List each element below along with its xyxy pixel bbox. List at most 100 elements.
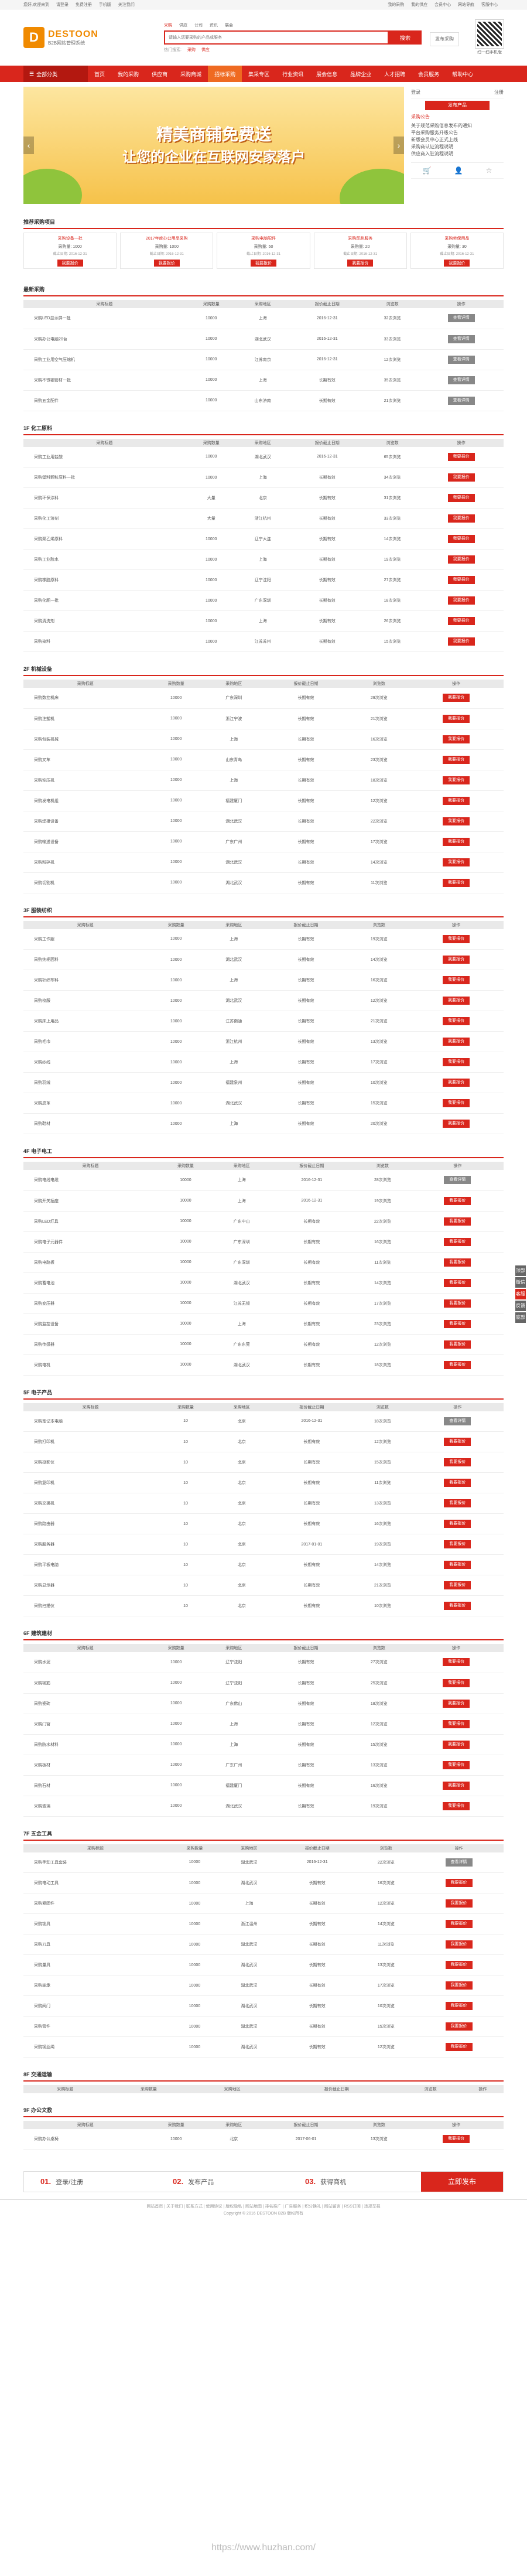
purchase-title-link[interactable]: 采购化工溶剂 (23, 508, 186, 529)
nav-item[interactable]: 会员服务 (412, 66, 446, 82)
purchase-title-link[interactable]: 采购钢丝绳 (23, 2036, 167, 2058)
search-tab-purchase[interactable]: 采购 (164, 22, 172, 28)
purchase-title-link[interactable]: 采购工业用盐酸 (23, 446, 186, 468)
purchase-title-link[interactable]: 采购纯棉面料 (23, 949, 148, 970)
purchase-title-link[interactable]: 采购电动工具 (23, 1872, 167, 1893)
publish-product-button[interactable]: 发布产品 (425, 101, 490, 110)
purchase-title-link[interactable]: 采购皮革 (23, 1093, 148, 1114)
quote-button[interactable]: 我要报价 (442, 1017, 470, 1025)
quote-button[interactable]: 我要报价 (442, 956, 470, 964)
notice-item[interactable]: 供应商入驻流程说明 (411, 151, 504, 158)
quote-button[interactable]: 我要报价 (445, 1879, 473, 1887)
quote-button[interactable]: 我要报价 (444, 1237, 471, 1246)
quote-button[interactable]: 我要报价 (442, 1678, 470, 1687)
purchase-title-link[interactable]: 采购环保涂料 (23, 487, 186, 509)
view-detail-button[interactable]: 查看详情 (447, 335, 475, 343)
all-categories[interactable]: ☰ 全部分类 (23, 66, 88, 82)
purchase-title-link[interactable]: 采购鞋材 (23, 1113, 148, 1134)
purchase-title-link[interactable]: 采购针织布料 (23, 970, 148, 991)
purchase-title-link[interactable]: 采购聚乙烯原料 (23, 528, 186, 550)
nav-item[interactable]: 品牌企业 (344, 66, 378, 82)
quote-button[interactable]: 我要报价 (442, 1099, 470, 1107)
purchase-title-link[interactable]: 采购玻璃 (23, 1796, 148, 1817)
quote-button[interactable]: 我要报价 (445, 1940, 473, 1949)
purchase-title-link[interactable]: 采购刀具 (23, 1934, 167, 1955)
purchase-title-link[interactable]: 采购床上用品 (23, 1011, 148, 1032)
purchase-title-link[interactable]: 采购纱线 (23, 1052, 148, 1073)
quote-button[interactable]: 我要报价 (447, 555, 475, 564)
card-title[interactable]: 采购电脑配件 (217, 236, 309, 241)
quote-button[interactable]: 我要报价 (444, 1360, 471, 1369)
card-title[interactable]: 采购印刷服务 (314, 236, 406, 241)
featured-card[interactable]: 采购劳保用品 采购量: 30 截止日期: 2016-12-31 我要报价 (410, 233, 504, 269)
next-arrow-icon[interactable]: › (393, 137, 404, 154)
purchase-title-link[interactable]: 采购五金配件 (23, 390, 186, 411)
quote-button[interactable]: 我要报价 (444, 1561, 471, 1569)
quote-button[interactable]: 我要报价 (447, 617, 475, 625)
quote-button[interactable]: 我要报价 (444, 1499, 471, 1507)
featured-card[interactable]: 2017年度办公用品采购 采购量: 1000 截止日期: 2016-12-31 我要报… (120, 233, 214, 269)
purchase-title-link[interactable]: 采购工业用空气压缩机 (23, 349, 186, 370)
purchase-title-link[interactable]: 采购管件 (23, 2016, 167, 2037)
featured-card[interactable]: 采购印刷服务 采购量: 20 截止日期: 2016-12-31 我要报价 (313, 233, 407, 269)
quote-button[interactable]: 我要报价 (442, 1038, 470, 1046)
search-tab-news[interactable]: 资讯 (210, 22, 218, 28)
float-top-button[interactable]: 顶部 (515, 1265, 526, 1276)
purchase-title-link[interactable]: 采购复印机 (23, 1472, 158, 1493)
quote-button[interactable]: 我要报价 (444, 260, 470, 267)
nav-item[interactable]: 人才招聘 (378, 66, 412, 82)
quote-button[interactable]: 我要报价 (445, 1961, 473, 1969)
purchase-title-link[interactable]: 采购轴承 (23, 1975, 167, 1996)
quote-button[interactable]: 我要报价 (442, 837, 470, 846)
login-tab[interactable]: 登录 (411, 89, 420, 95)
quote-button[interactable]: 我要报价 (442, 1699, 470, 1708)
featured-card[interactable]: 采购电脑配件 采购量: 50 截止日期: 2016-12-31 我要报价 (217, 233, 310, 269)
purchase-title-link[interactable]: 采购电线电缆 (23, 1170, 158, 1191)
notice-item[interactable]: 采购商认证流程说明 (411, 144, 504, 151)
follow-link[interactable]: 关注我们 (118, 3, 135, 7)
nav-item[interactable]: 供应商 (145, 66, 174, 82)
purchase-title-link[interactable]: 采购电机 (23, 1354, 158, 1376)
quote-button[interactable]: 我要报价 (442, 997, 470, 1005)
view-detail-button[interactable]: 查看详情 (444, 1176, 471, 1185)
publish-now-button[interactable]: 立即发布 (421, 2171, 503, 2192)
float-feedback-button[interactable]: 反馈 (515, 1301, 526, 1311)
footer-links[interactable]: 网站首页 | 关于我们 | 联系方式 | 使用协议 | 版权隐私 | 网站地图 … (23, 2203, 504, 2210)
search-tab-expo[interactable]: 展会 (225, 22, 233, 28)
quote-button[interactable]: 我要报价 (444, 1340, 471, 1349)
purchase-title-link[interactable]: 采购染料 (23, 631, 186, 652)
search-input[interactable] (164, 30, 389, 45)
banner-carousel[interactable]: 精美商铺免费送 让您的企业在互联网安家落户 ‹ › (23, 87, 404, 204)
quote-button[interactable]: 我要报价 (442, 735, 470, 743)
purchase-title-link[interactable]: 采购焊接设备 (23, 811, 148, 832)
quote-button[interactable]: 我要报价 (347, 260, 374, 267)
purchase-title-link[interactable]: 采购橡胶原料 (23, 569, 186, 591)
purchase-title-link[interactable]: 采购电路板 (23, 1252, 158, 1273)
purchase-title-link[interactable]: 采购变压器 (23, 1293, 158, 1314)
quote-button[interactable]: 我要报价 (442, 878, 470, 887)
quote-button[interactable]: 我要报价 (251, 260, 276, 267)
purchase-title-link[interactable]: 采购打印机 (23, 1431, 158, 1452)
purchase-title-link[interactable]: 采购紧固件 (23, 1893, 167, 1914)
purchase-title-link[interactable]: 采购工作服 (23, 929, 148, 950)
mobile-link[interactable]: 手机版 (99, 3, 111, 7)
quote-button[interactable]: 我要报价 (442, 694, 470, 702)
nav-item[interactable]: 展会信息 (310, 66, 344, 82)
quote-button[interactable]: 我要报价 (57, 260, 83, 267)
purchase-title-link[interactable]: 采购切割机 (23, 872, 148, 893)
quote-button[interactable]: 我要报价 (442, 1719, 470, 1728)
quote-button[interactable]: 我要报价 (445, 2022, 473, 2031)
purchase-title-link[interactable]: 采购门窗 (23, 1714, 148, 1735)
purchase-title-link[interactable]: 采购LED灯具 (23, 1211, 158, 1232)
quote-button[interactable]: 我要报价 (442, 755, 470, 764)
notice-item[interactable]: 平台采购服务升级公告 (411, 129, 504, 137)
quote-button[interactable]: 我要报价 (444, 1520, 471, 1528)
nav-item[interactable]: 行业资讯 (276, 66, 310, 82)
quote-button[interactable]: 我要报价 (444, 1438, 471, 1446)
quote-button[interactable]: 我要报价 (445, 1981, 473, 1990)
quote-button[interactable]: 我要报价 (442, 1760, 470, 1769)
hot-search-item[interactable]: 采购 (187, 48, 196, 52)
register-link[interactable]: 免费注册 (76, 3, 92, 7)
quote-button[interactable]: 我要报价 (444, 1217, 471, 1226)
purchase-title-link[interactable]: 采购平板电脑 (23, 1554, 158, 1575)
